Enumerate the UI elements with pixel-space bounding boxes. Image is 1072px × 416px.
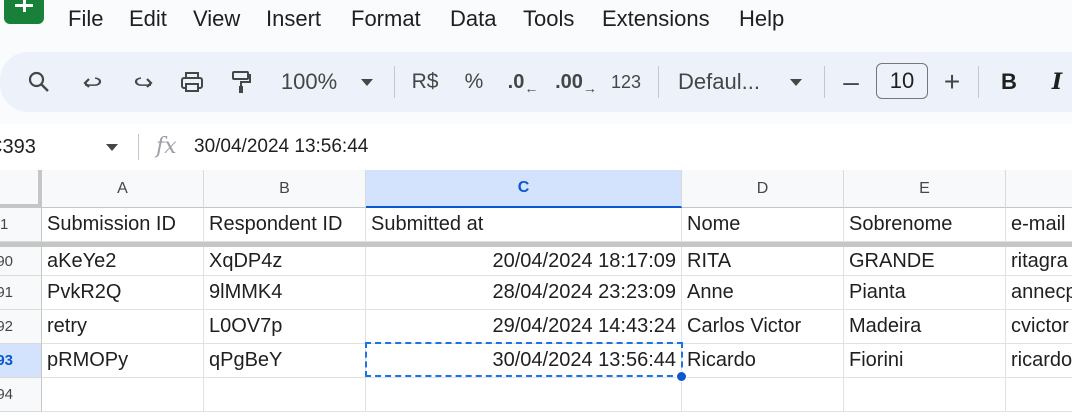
table-cell[interactable]: Fiorini (844, 344, 1006, 378)
column-header-b[interactable]: B (204, 170, 366, 208)
menu-data[interactable]: Data (450, 6, 496, 32)
table-cell[interactable]: GRANDE (844, 247, 1006, 276)
menu-file[interactable]: File (68, 6, 103, 32)
increase-decimal-button[interactable]: .00 → (555, 52, 597, 112)
fx-icon: fx (156, 134, 177, 159)
zoom-chevron-down-icon[interactable] (354, 52, 380, 112)
table-cell[interactable] (682, 378, 844, 412)
font-family-value: Defaul... (678, 69, 760, 94)
italic-button[interactable]: I (1042, 52, 1072, 112)
print-icon[interactable] (174, 52, 210, 112)
table-cell[interactable]: retry (42, 310, 204, 344)
menu-edit[interactable]: Edit (129, 6, 167, 32)
table-cell[interactable]: PvkR2Q (42, 276, 204, 310)
table-cell[interactable]: Anne (682, 276, 844, 310)
toolbar-divider (824, 66, 825, 98)
toolbar-divider (394, 66, 395, 98)
table-cell[interactable]: qPgBeY (204, 344, 366, 378)
table-cell[interactable]: cvictor (1006, 310, 1072, 344)
menu-format[interactable]: Format (351, 6, 421, 32)
table-cell[interactable]: annecp (1006, 276, 1072, 310)
column-header-f[interactable] (1006, 170, 1072, 208)
toolbar-divider (658, 66, 659, 98)
column-header-c[interactable]: C (366, 170, 682, 208)
name-box-chevron-down-icon[interactable] (106, 144, 118, 151)
zoom-value: 100% (280, 69, 338, 94)
table-cell[interactable]: 20/04/2024 18:17:09 (366, 247, 682, 276)
menu-bar: File Edit View Insert Format Data Tools … (0, 0, 1072, 42)
menu-insert[interactable]: Insert (266, 6, 321, 32)
percent-format-button[interactable]: % (458, 52, 490, 112)
table-cell[interactable]: ricardo (1006, 344, 1072, 378)
table-cell[interactable] (42, 378, 204, 412)
table-cell[interactable]: 29/04/2024 14:43:24 (366, 310, 682, 344)
menu-extensions[interactable]: Extensions (602, 6, 710, 32)
table-header-cell[interactable]: Submission ID (42, 208, 204, 242)
menu-help[interactable]: Help (739, 6, 784, 32)
column-header-e[interactable]: E (844, 170, 1006, 208)
table-cell[interactable]: Madeira (844, 310, 1006, 344)
font-chevron-down-icon[interactable] (784, 52, 808, 112)
select-all-corner[interactable] (0, 170, 42, 208)
table-cell[interactable]: RITA (682, 247, 844, 276)
undo-icon[interactable] (76, 52, 110, 112)
table-cell[interactable]: 9lMMK4 (204, 276, 366, 310)
table-cell[interactable]: aKeYe2 (42, 247, 204, 276)
table-cell[interactable]: pRMOPy (42, 344, 204, 378)
table-cell[interactable]: 28/04/2024 23:23:09 (366, 276, 682, 310)
font-family-select[interactable]: Defaul... (678, 52, 774, 112)
menu-tools[interactable]: Tools (523, 6, 574, 32)
table-cell[interactable] (844, 378, 1006, 412)
column-header-a[interactable]: A (42, 170, 204, 208)
search-icon[interactable] (22, 52, 56, 112)
arrow-right-icon: → (582, 80, 597, 96)
toolbar: 100% R$ % .0 ← .00 → 123 Defaul... – 10 … (0, 52, 1072, 112)
column-header-d[interactable]: D (682, 170, 844, 208)
row-header[interactable]: 391 (0, 276, 42, 310)
spreadsheet-grid: A B C D E 1 Submission ID Respondent ID … (0, 170, 1072, 416)
font-size-input[interactable]: 10 (876, 63, 928, 99)
table-header-cell[interactable]: Submitted at (366, 208, 682, 242)
row-header[interactable]: 1 (0, 208, 42, 242)
formula-input[interactable]: 30/04/2024 13:56:44 (194, 136, 368, 158)
arrow-left-icon: ← (524, 80, 539, 96)
decrease-decimal-button[interactable]: .0 ← (506, 52, 540, 112)
formula-divider (138, 134, 139, 160)
number-format-button[interactable]: 123 (606, 52, 646, 112)
table-cell[interactable]: XqDP4z (204, 247, 366, 276)
toolbar-divider (978, 66, 979, 98)
row-header[interactable]: 390 (0, 247, 42, 276)
sheets-logo-icon[interactable] (4, 0, 44, 24)
fill-handle[interactable] (676, 371, 687, 382)
increase-font-size-button[interactable]: + (936, 52, 968, 112)
increase-decimal-label: .00 (555, 70, 583, 93)
decrease-decimal-label: .0 (507, 70, 525, 93)
active-cell[interactable]: 30/04/2024 13:56:44 (366, 344, 682, 378)
currency-format-button[interactable]: R$ (405, 52, 445, 112)
table-header-cell[interactable]: e-mail (1006, 208, 1072, 242)
redo-icon[interactable] (126, 52, 160, 112)
table-header-cell[interactable]: Nome (682, 208, 844, 242)
formula-bar: C393 fx 30/04/2024 13:56:44 (0, 124, 1072, 170)
table-cell[interactable]: L0OV7p (204, 310, 366, 344)
table-cell[interactable] (1006, 378, 1072, 412)
row-header-selected[interactable]: 393 (0, 344, 42, 378)
table-cell[interactable]: Carlos Victor (682, 310, 844, 344)
table-cell[interactable] (366, 378, 682, 412)
zoom-select[interactable]: 100% (276, 52, 342, 112)
table-header-cell[interactable]: Respondent ID (204, 208, 366, 242)
menu-view[interactable]: View (193, 6, 240, 32)
table-cell[interactable] (204, 378, 366, 412)
name-box[interactable]: C393 (0, 136, 36, 159)
row-header[interactable]: 394 (0, 378, 42, 412)
decrease-font-size-button[interactable]: – (836, 52, 866, 112)
table-cell[interactable]: Pianta (844, 276, 1006, 310)
row-header[interactable]: 392 (0, 310, 42, 344)
table-header-cell[interactable]: Sobrenome (844, 208, 1006, 242)
table-cell[interactable]: Ricardo (682, 344, 844, 378)
paint-format-icon[interactable] (224, 52, 258, 112)
bold-button[interactable]: B (994, 52, 1024, 112)
table-cell[interactable]: ritagra (1006, 247, 1072, 276)
